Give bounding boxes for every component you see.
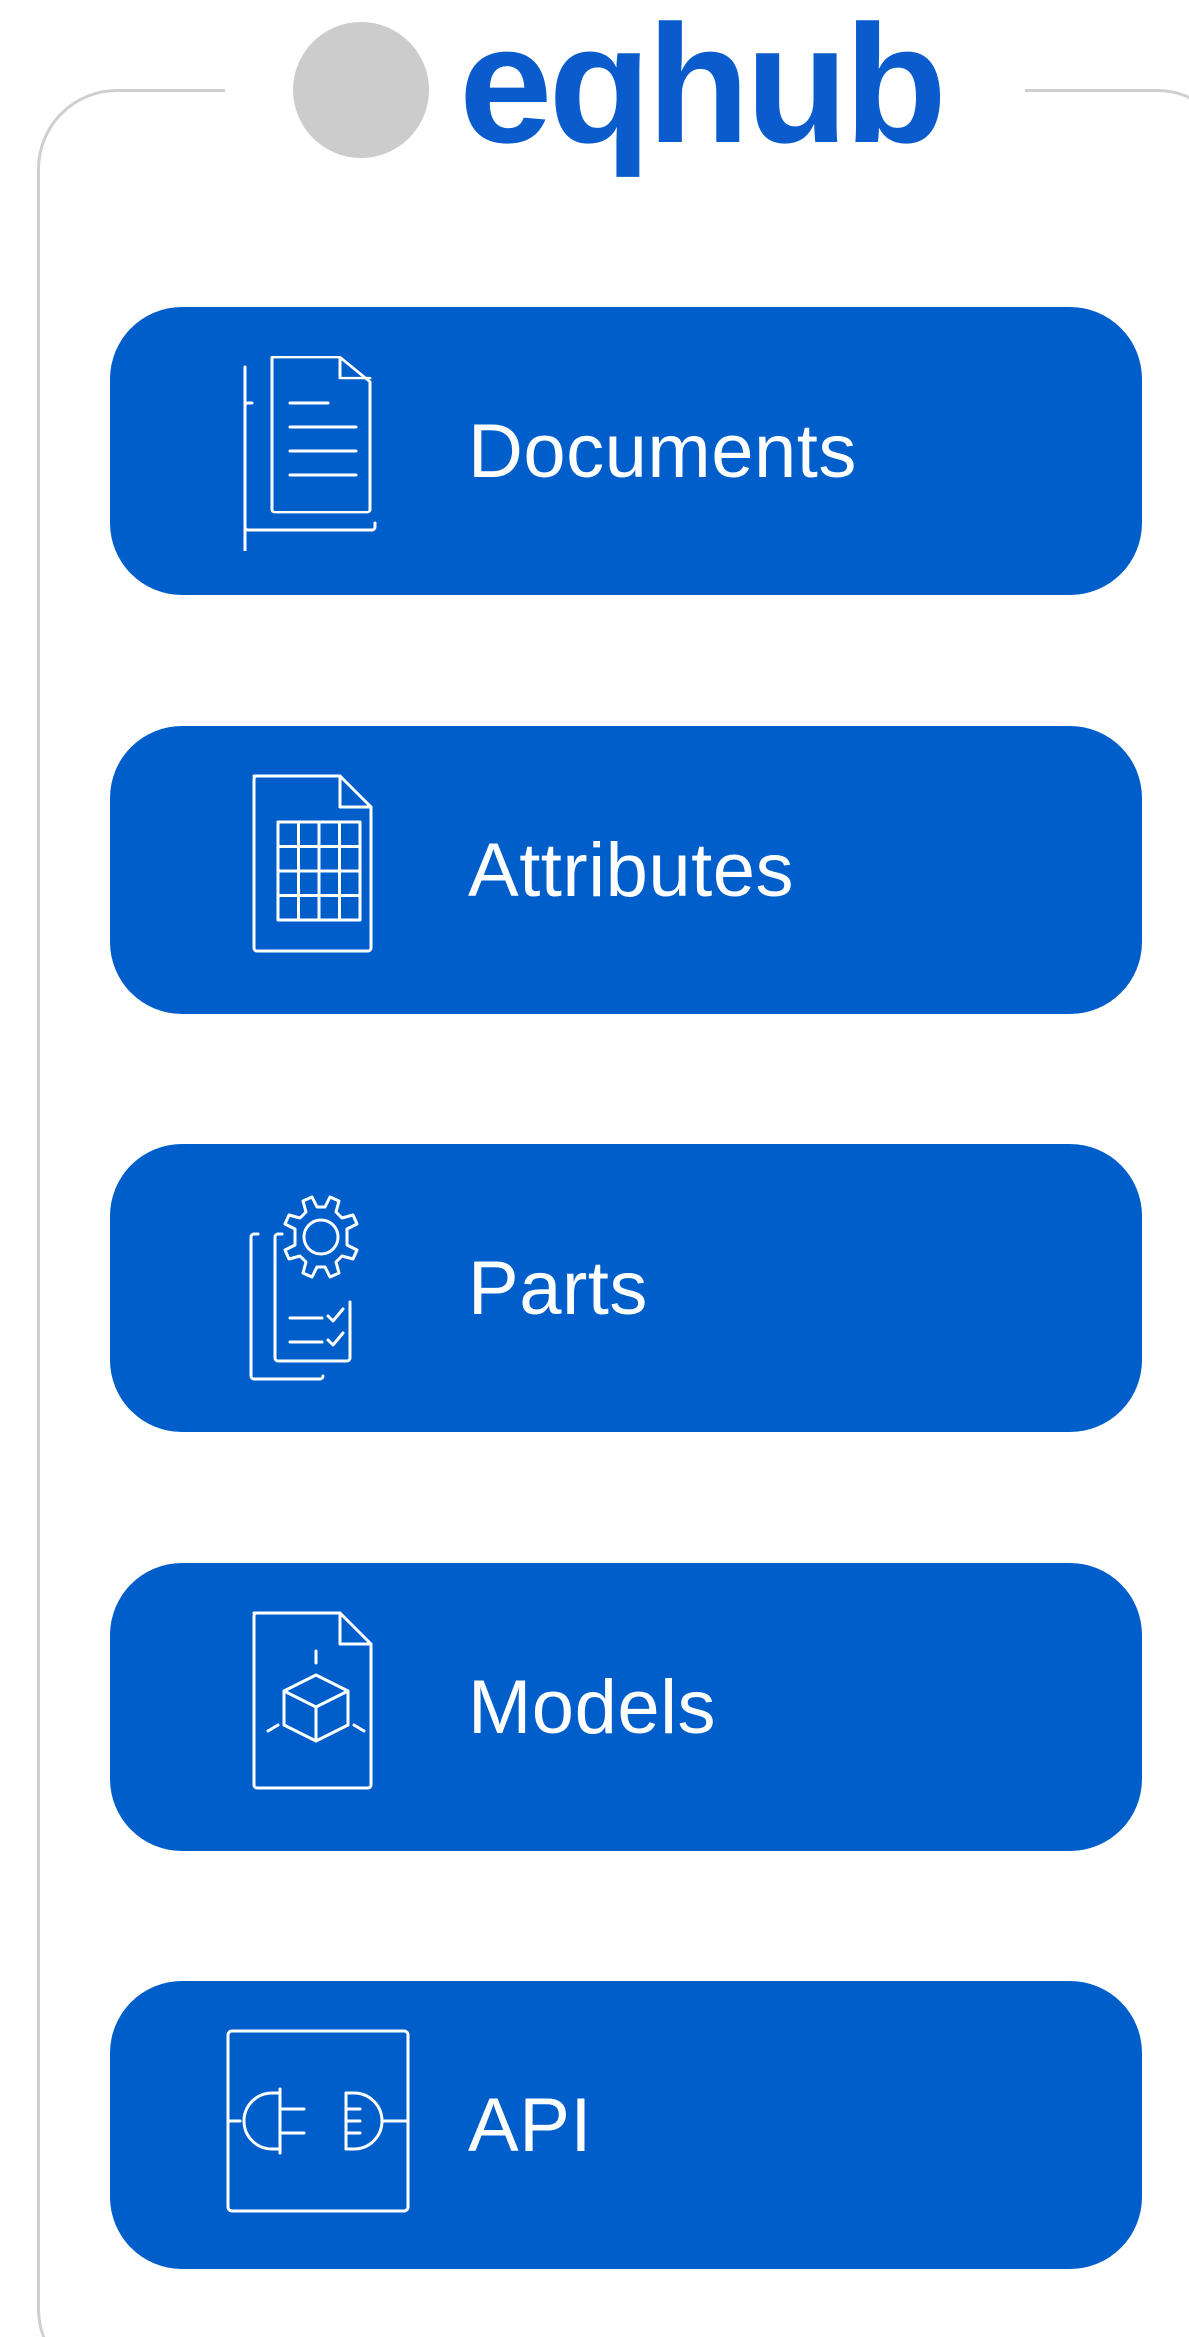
tile-label: Models xyxy=(468,1664,716,1750)
tile-label: API xyxy=(468,2082,592,2168)
tile-label: Attributes xyxy=(468,827,795,913)
header: eqhub xyxy=(225,0,1025,180)
tile-label: Parts xyxy=(468,1245,648,1331)
tile-models[interactable]: Models xyxy=(110,1563,1142,1851)
tile-api[interactable]: API xyxy=(110,1981,1142,2269)
tile-label: Documents xyxy=(468,408,857,494)
api-connector-icon xyxy=(226,2029,410,2213)
attributes-table-icon xyxy=(252,774,373,953)
models-cube-icon xyxy=(252,1611,373,1790)
tile-parts[interactable]: Parts xyxy=(110,1144,1142,1432)
tile-documents[interactable]: Documents xyxy=(110,307,1142,595)
logo-dot xyxy=(293,22,429,158)
documents-icon xyxy=(243,355,377,551)
tile-attributes[interactable]: Attributes xyxy=(110,726,1142,1014)
brand-name: eqhub xyxy=(459,0,947,178)
parts-gear-icon xyxy=(249,1195,359,1381)
